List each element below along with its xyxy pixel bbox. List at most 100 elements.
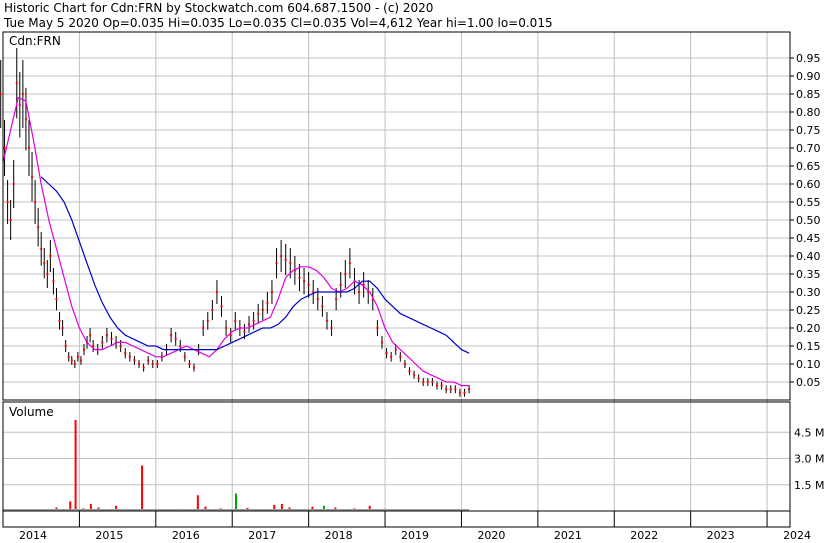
grid-lines [2,32,794,527]
close-dot [385,352,388,355]
close-dot [307,283,310,286]
year-tick-label: 2021 [554,529,582,542]
price-tick-label: 0.25 [796,304,821,317]
close-dot [463,391,466,394]
close-dot [445,388,448,391]
close-dot [27,147,30,149]
volume-bar [235,493,238,511]
close-dot [344,273,347,275]
stock-chart: 0.95 0.90 0.85 0.80 0.75 0.70 0.65 0.60 0.55 0.50… [0,31,824,542]
year-tick-label: 2020 [477,529,505,542]
close-dot [454,388,457,391]
price-tick-label: 0.10 [796,358,821,371]
price-tick-label: 0.45 [796,232,821,245]
close-dot [0,93,2,95]
volume-bars [3,420,470,511]
close-dot [64,345,67,347]
close-dot [394,348,397,351]
close-dot [101,341,104,344]
close-dot [142,366,145,369]
close-dot [234,319,237,322]
close-dot [31,175,34,178]
close-dot [58,319,61,322]
price-tick-label: 0.70 [796,142,821,155]
close-dot [34,201,37,203]
close-dot [24,118,27,121]
close-dot [390,355,393,358]
close-dot [458,391,461,394]
price-tick-label: 0.95 [796,52,821,65]
year-tick-label: 2015 [95,529,123,542]
price-tick-label: 0.85 [796,88,821,101]
price-tick-label: 0.65 [796,160,821,173]
price-tick-label: 0.40 [796,250,821,263]
close-dot [211,309,214,311]
close-dot [18,103,21,106]
close-dot [248,323,251,326]
year-tick-label: 2014 [19,529,47,542]
close-dot [206,319,209,322]
close-dot [449,388,452,391]
close-dot [215,291,218,293]
close-dot [202,327,205,329]
close-dot [82,348,85,351]
close-dot [174,337,177,340]
close-dot [183,355,186,358]
price-tick-label: 0.15 [796,340,821,353]
close-dot [156,363,159,365]
volume-tick-label: 3.0 M [794,453,824,466]
close-dot [52,280,55,283]
close-dot [188,363,191,365]
price-tick-label: 0.90 [796,70,821,83]
close-dot [124,352,127,355]
price-series [0,48,471,397]
close-dot [380,341,383,344]
year-tick-label: 2019 [401,529,429,542]
close-dot [440,384,443,387]
close-dot [133,359,136,362]
close-dot [70,359,73,362]
close-dot [55,298,58,301]
close-dot [335,298,338,301]
close-dot [21,93,24,95]
price-tick-label: 0.20 [796,322,821,335]
close-dot [79,359,82,362]
close-dot [275,262,278,265]
close-dot [151,363,154,365]
price-tick-label: 0.50 [796,214,821,227]
close-dot [435,384,438,387]
close-dot [257,312,260,315]
close-dot [40,247,43,250]
close-dot [280,255,283,257]
close-dot [325,319,328,322]
close-dot [110,337,113,340]
volume-tick-label: 1.5 M [794,479,824,492]
price-tick-label: 0.35 [796,268,821,281]
close-dot [330,327,333,329]
close-dot [358,291,361,293]
close-dot [399,355,402,358]
close-dot [170,334,173,337]
price-tick-label: 0.05 [796,376,821,389]
close-dot [266,301,269,304]
volume-label: Volume [9,405,54,419]
close-dot [15,82,18,85]
volume-bar [74,420,77,511]
year-tick-label: 2018 [325,529,353,542]
close-dot [426,381,429,383]
close-dot [422,381,425,383]
close-dot [220,305,223,308]
volume-bar [141,465,144,511]
close-dot [89,334,92,337]
year-tick-label: 2016 [172,529,200,542]
close-dot [303,280,306,283]
close-dot [348,262,351,265]
close-dot [37,226,40,229]
close-dot [408,370,411,373]
close-dot [105,334,108,337]
year-tick-label: 2024 [783,529,811,542]
symbol-label: Cdn:FRN [9,34,61,48]
close-dot [73,363,76,365]
volume-bar [196,495,199,511]
close-dot [270,291,273,293]
